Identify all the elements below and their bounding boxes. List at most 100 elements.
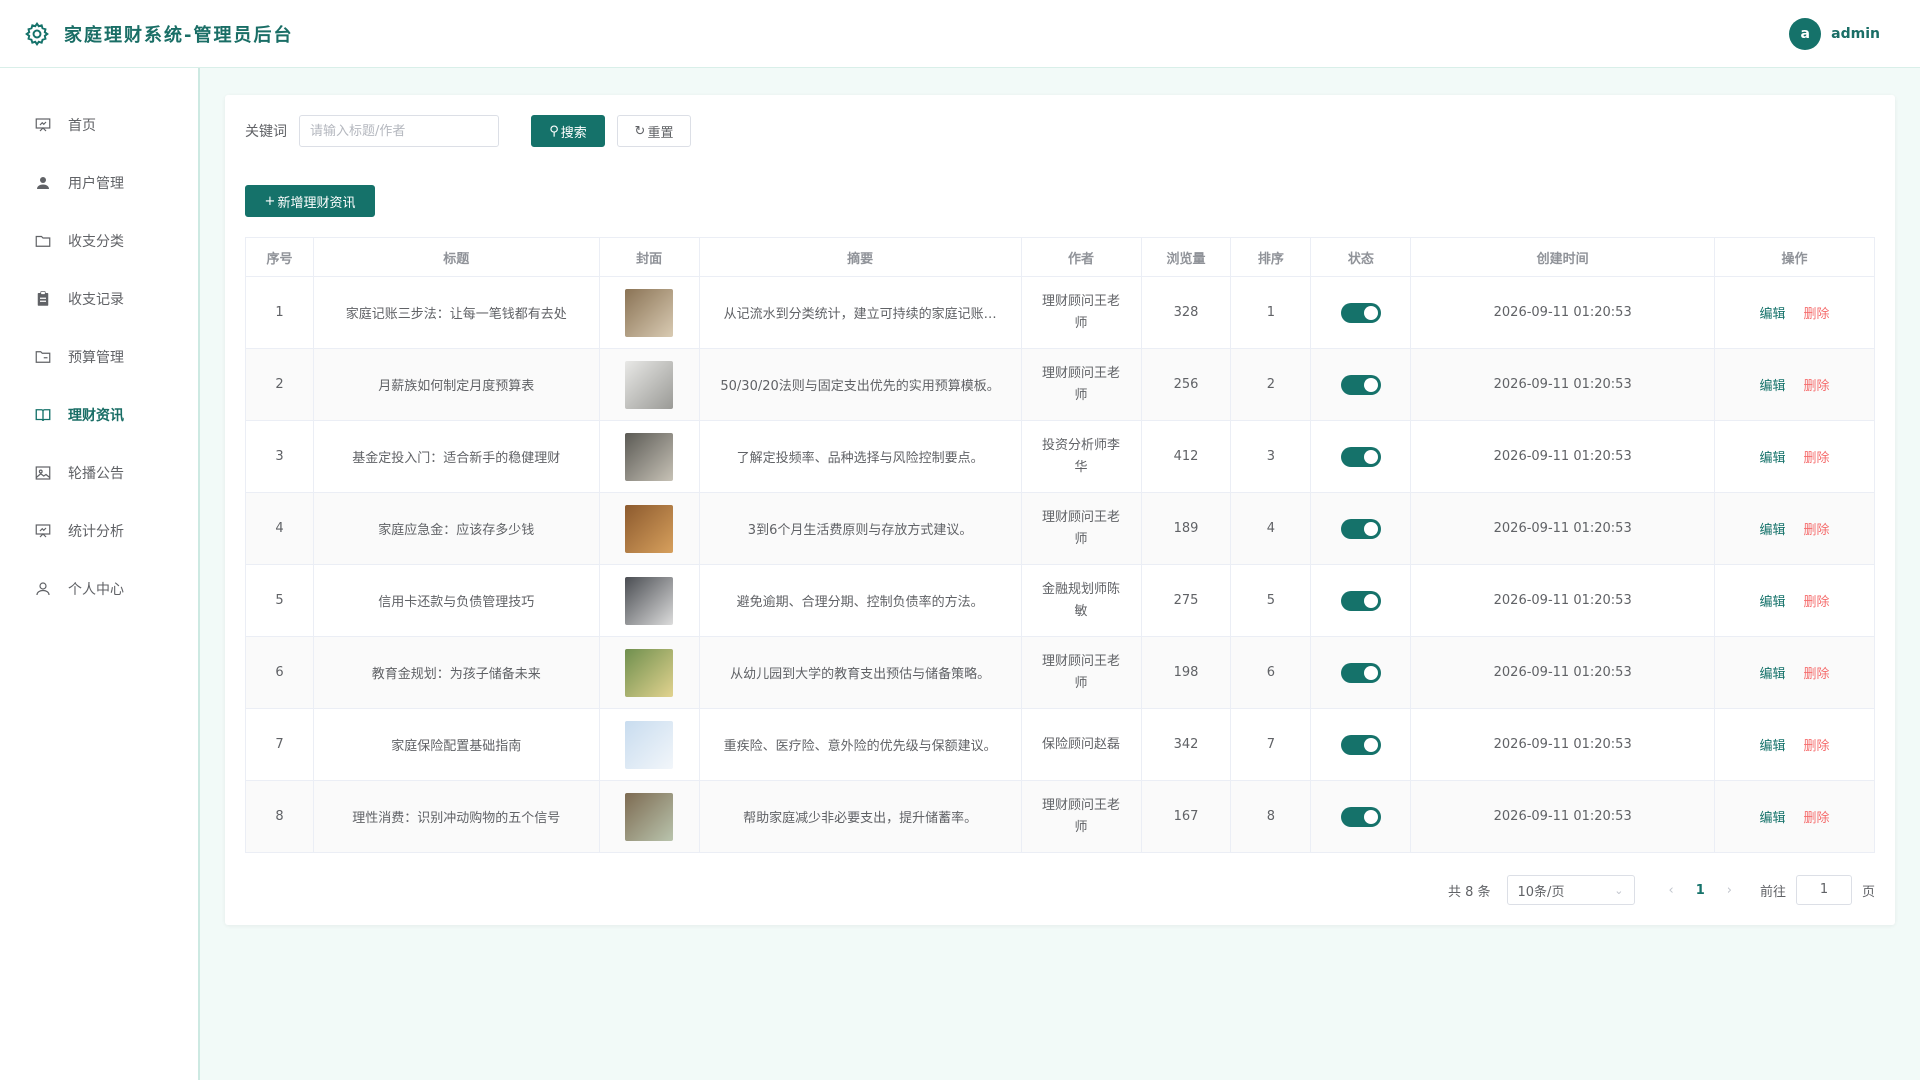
- table-row: 4 家庭应急金：应该存多少钱 3到6个月生活费原则与存放方式建议。 理财顾问王老师 18…: [245, 492, 1875, 565]
- edit-button[interactable]: 编辑: [1760, 667, 1786, 682]
- delete-button[interactable]: 删除: [1804, 595, 1830, 610]
- status-toggle[interactable]: [1340, 374, 1381, 395]
- row-created: 2026-09-11 01:20:53: [1410, 780, 1716, 853]
- add-news-button[interactable]: + 新增理财资讯: [245, 185, 375, 217]
- table-row: 1 家庭记账三步法：让每一笔钱都有去处 从记流水到分类统计，建立可持续的家庭记账… 理…: [245, 276, 1875, 349]
- user-name[interactable]: admin: [1831, 26, 1880, 42]
- sidebar-item-budget[interactable]: 预算管理: [0, 328, 198, 386]
- status-toggle[interactable]: [1340, 446, 1381, 467]
- page-size-select[interactable]: 10条/页 ⌄: [1506, 875, 1635, 905]
- row-summary-cell: 避免逾期、合理分期、控制负债率的方法。: [698, 564, 1022, 637]
- edit-button[interactable]: 编辑: [1760, 451, 1786, 466]
- status-toggle[interactable]: [1340, 518, 1381, 539]
- row-author-cell: 理财顾问王老师: [1020, 348, 1142, 421]
- row-summary: 重疾险、医疗险、意外险的优先级与保额建议。: [723, 739, 997, 754]
- row-cover-cell: [598, 348, 700, 421]
- row-cover-cell: [598, 780, 700, 853]
- row-created: 2026-09-11 01:20:53: [1410, 708, 1716, 781]
- row-summary: 50/30/20法则与固定支出优先的实用预算模板。: [720, 379, 1000, 394]
- status-toggle[interactable]: [1340, 662, 1381, 683]
- sidebar-item-statistics[interactable]: 统计分析: [0, 502, 198, 560]
- row-author: 金融规划师陈敏: [1042, 581, 1121, 619]
- row-title: 教育金规划：为孩子储备未来: [312, 636, 600, 709]
- sidebar-item-finance-news[interactable]: 理财资讯: [0, 386, 198, 444]
- edit-button[interactable]: 编辑: [1760, 379, 1786, 394]
- sidebar-item-home[interactable]: 首页: [0, 96, 198, 154]
- delete-button[interactable]: 删除: [1804, 739, 1830, 754]
- row-views: 412: [1140, 420, 1232, 493]
- row-number: 1: [245, 276, 314, 349]
- row-summary-cell: 了解定投频率、品种选择与风险控制要点。: [698, 420, 1022, 493]
- cover-image: [625, 432, 674, 481]
- col-header: 状态: [1310, 237, 1412, 277]
- reset-button[interactable]: ↻ 重置: [617, 115, 691, 147]
- row-summary-cell: 从记流水到分类统计，建立可持续的家庭记账…: [698, 276, 1022, 349]
- row-actions: 编辑 删除: [1714, 564, 1875, 637]
- row-cover-cell: [598, 276, 700, 349]
- row-number: 2: [245, 348, 314, 421]
- current-page[interactable]: 1: [1696, 883, 1705, 898]
- row-summary-cell: 重疾险、医疗险、意外险的优先级与保额建议。: [698, 708, 1022, 781]
- delete-button[interactable]: 删除: [1804, 451, 1830, 466]
- chevron-down-icon: ⌄: [1614, 883, 1624, 897]
- row-author: 理财顾问王老师: [1042, 653, 1121, 691]
- row-views: 198: [1140, 636, 1232, 709]
- row-actions: 编辑 删除: [1714, 492, 1875, 565]
- status-toggle[interactable]: [1340, 806, 1381, 827]
- plus-icon: +: [264, 193, 276, 209]
- next-page-icon[interactable]: ›: [1727, 883, 1732, 898]
- keyword-input[interactable]: [299, 115, 499, 147]
- row-author-cell: 理财顾问王老师: [1020, 780, 1142, 853]
- search-button[interactable]: ⚲ 搜索: [531, 115, 605, 147]
- prev-page-icon[interactable]: ‹: [1669, 883, 1674, 898]
- status-toggle[interactable]: [1340, 302, 1381, 323]
- delete-button[interactable]: 删除: [1804, 379, 1830, 394]
- row-author: 理财顾问王老师: [1042, 509, 1121, 547]
- sidebar-item-profile[interactable]: 个人中心: [0, 560, 198, 618]
- delete-button[interactable]: 删除: [1804, 811, 1830, 826]
- sidebar-item-announcements[interactable]: 轮播公告: [0, 444, 198, 502]
- sidebar-item-records[interactable]: 收支记录: [0, 270, 198, 328]
- row-author: 投资分析师李华: [1042, 437, 1121, 475]
- status-toggle[interactable]: [1340, 590, 1381, 611]
- row-summary-cell: 从幼儿园到大学的教育支出预估与储备策略。: [698, 636, 1022, 709]
- row-status-cell: [1310, 636, 1412, 709]
- cover-image: [625, 288, 674, 337]
- person-outline-icon: [34, 580, 52, 598]
- user-menu[interactable]: a admin: [1789, 18, 1880, 50]
- page-size-value: 10条/页: [1517, 884, 1565, 900]
- table-row: 8 理性消费：识别冲动购物的五个信号 帮助家庭减少非必要支出，提升储蓄率。 理财顾问王…: [245, 780, 1875, 853]
- row-title: 家庭应急金：应该存多少钱: [312, 492, 600, 565]
- row-author-cell: 金融规划师陈敏: [1020, 564, 1142, 637]
- delete-button[interactable]: 删除: [1804, 523, 1830, 538]
- row-sort: 4: [1230, 492, 1312, 565]
- edit-button[interactable]: 编辑: [1760, 739, 1786, 754]
- edit-button[interactable]: 编辑: [1760, 307, 1786, 322]
- edit-button[interactable]: 编辑: [1760, 811, 1786, 826]
- cover-image: [625, 648, 674, 697]
- picture-icon: [34, 464, 52, 482]
- book-icon: [34, 406, 52, 424]
- delete-button[interactable]: 删除: [1804, 667, 1830, 682]
- row-created: 2026-09-11 01:20:53: [1410, 492, 1716, 565]
- row-author: 保险顾问赵磊: [1042, 736, 1121, 752]
- col-header: 封面: [598, 237, 700, 277]
- row-title: 信用卡还款与负债管理技巧: [312, 564, 600, 637]
- delete-button[interactable]: 删除: [1804, 307, 1830, 322]
- status-toggle[interactable]: [1340, 734, 1381, 755]
- row-sort: 5: [1230, 564, 1312, 637]
- edit-button[interactable]: 编辑: [1760, 523, 1786, 538]
- avatar[interactable]: a: [1789, 18, 1822, 50]
- sidebar-item-categories[interactable]: 收支分类: [0, 212, 198, 270]
- row-author-cell: 理财顾问王老师: [1020, 492, 1142, 565]
- row-sort: 1: [1230, 276, 1312, 349]
- sidebar-item-label: 个人中心: [68, 582, 124, 598]
- goto-page-input[interactable]: 1: [1795, 875, 1852, 905]
- sidebar-item-users[interactable]: 用户管理: [0, 154, 198, 212]
- col-header: 创建时间: [1410, 237, 1716, 277]
- col-header: 操作: [1714, 237, 1875, 277]
- row-status-cell: [1310, 348, 1412, 421]
- sidebar-item-label: 预算管理: [68, 350, 124, 366]
- edit-button[interactable]: 编辑: [1760, 595, 1786, 610]
- table-row: 7 家庭保险配置基础指南 重疾险、医疗险、意外险的优先级与保额建议。 保险顾问赵磊 34…: [245, 708, 1875, 781]
